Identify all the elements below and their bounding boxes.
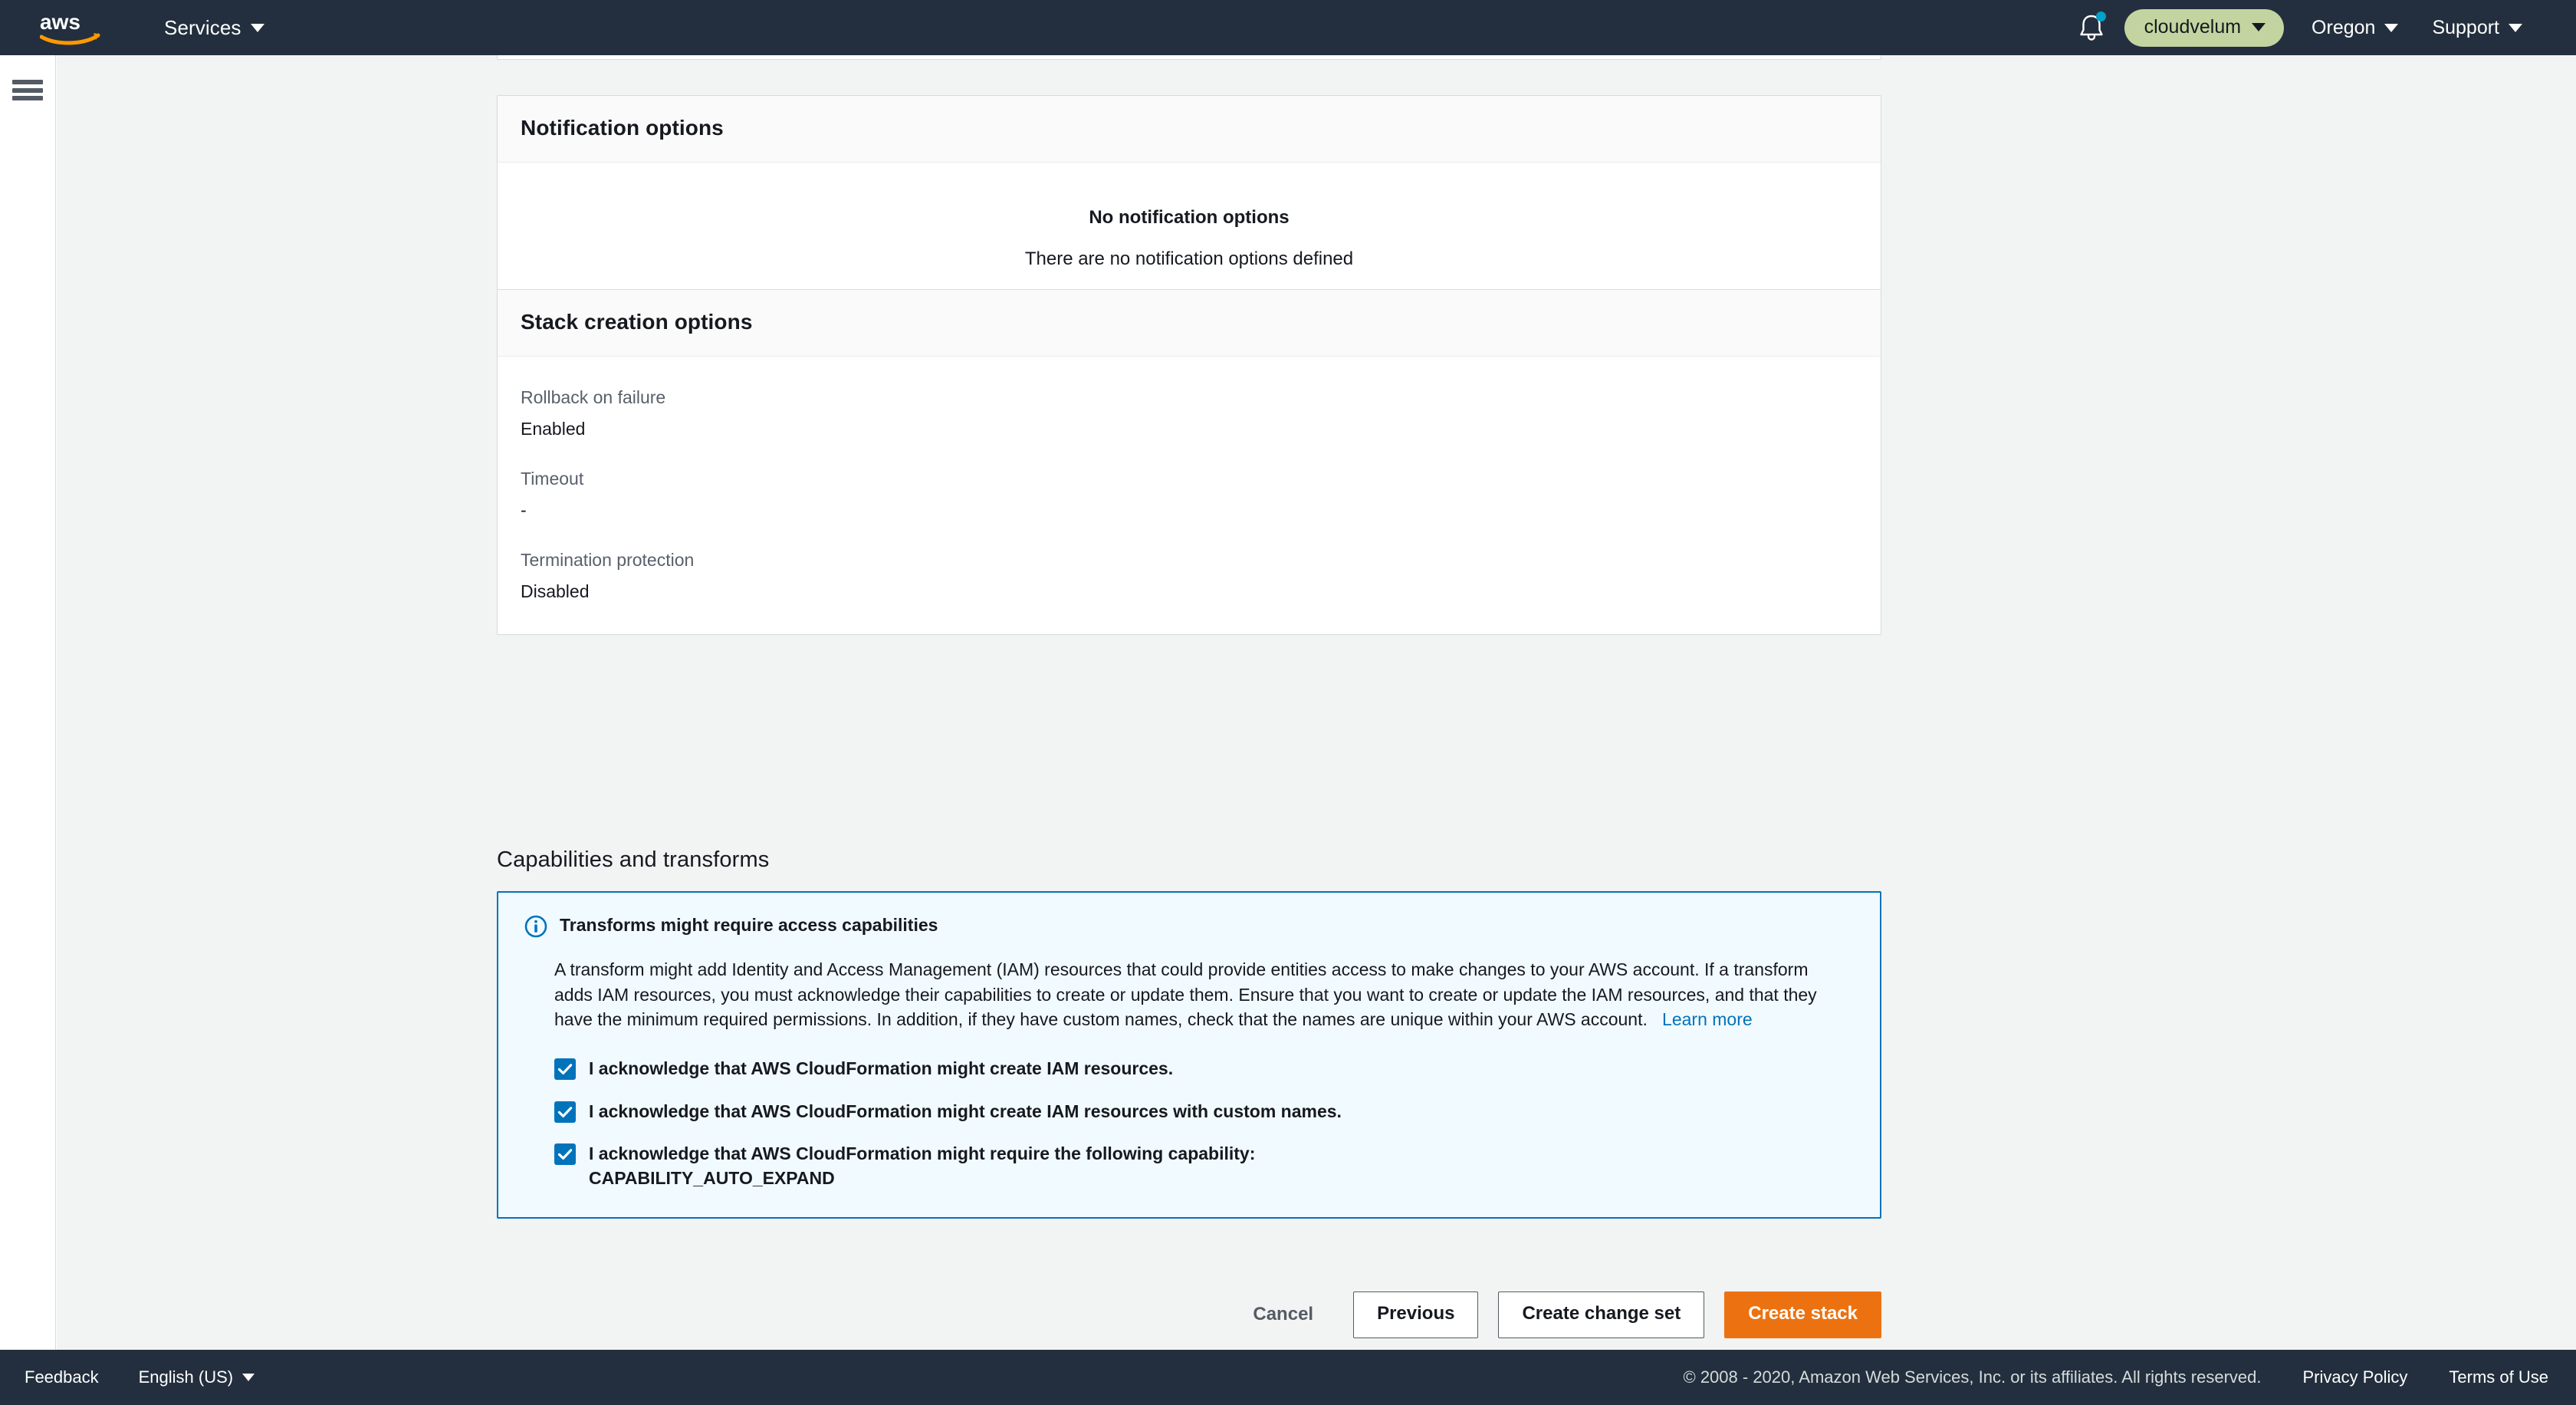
- check-icon: [557, 1064, 573, 1074]
- detail-value: Enabled: [521, 419, 586, 439]
- privacy-policy-link[interactable]: Privacy Policy: [2302, 1367, 2407, 1387]
- previous-button[interactable]: Previous: [1353, 1291, 1479, 1338]
- page-footer: Feedback English (US) © 2008 - 2020, Ama…: [0, 1350, 2576, 1405]
- hamburger-bar: [12, 80, 43, 84]
- check-icon: [557, 1106, 573, 1117]
- detail-row: Termination protection Disabled: [521, 550, 1858, 602]
- chevron-down-icon: [2509, 23, 2522, 32]
- chevron-down-icon: [250, 23, 264, 32]
- learn-more-link[interactable]: Learn more: [1662, 1009, 1753, 1029]
- empty-state-title: No notification options: [1089, 207, 1290, 228]
- detail-row: Timeout -: [521, 469, 1858, 521]
- services-menu[interactable]: Services: [164, 16, 264, 40]
- auto-expand-capability-checkbox[interactable]: [554, 1143, 576, 1166]
- region-menu[interactable]: Oregon: [2295, 11, 2415, 45]
- nav-right-group: cloudvelum Oregon Support: [2071, 0, 2576, 55]
- copyright-text: © 2008 - 2020, Amazon Web Services, Inc.…: [1683, 1367, 2262, 1387]
- acknowledgement-label[interactable]: I acknowledge that AWS CloudFormation mi…: [589, 1142, 1386, 1190]
- svg-text:aws: aws: [40, 10, 80, 34]
- empty-state-subtitle: There are no notification options define…: [1024, 248, 1354, 269]
- top-navigation-bar: aws Services cloudvelum Oregon Support: [0, 0, 2576, 55]
- detail-row: Rollback on failure Enabled: [521, 387, 1858, 439]
- notification-options-header: Notification options: [498, 96, 1881, 163]
- hamburger-bar: [12, 87, 43, 93]
- language-label: English (US): [138, 1367, 234, 1387]
- acknowledgement-item[interactable]: I acknowledge that AWS CloudFormation mi…: [554, 1057, 1854, 1081]
- create-stack-button[interactable]: Create stack: [1724, 1291, 1881, 1338]
- detail-label: Timeout: [521, 469, 584, 489]
- support-menu[interactable]: Support: [2415, 11, 2539, 45]
- iam-resources-checkbox[interactable]: [554, 1058, 576, 1080]
- hamburger-bar: [12, 96, 43, 100]
- cancel-button[interactable]: Cancel: [1233, 1293, 1333, 1336]
- stack-creation-options-card: Stack creation options Rollback on failu…: [497, 289, 1881, 635]
- alert-body-text: A transform might add Identity and Acces…: [554, 957, 1850, 1032]
- footer-left-group: Feedback English (US): [25, 1367, 255, 1387]
- feedback-link[interactable]: Feedback: [25, 1367, 99, 1387]
- services-label: Services: [164, 15, 242, 39]
- feedback-label: Feedback: [25, 1367, 99, 1387]
- acknowledgement-item[interactable]: I acknowledge that AWS CloudFormation mi…: [554, 1100, 1854, 1124]
- detail-label: Rollback on failure: [521, 387, 666, 407]
- stack-creation-options-body: Rollback on failure Enabled Timeout - Te…: [498, 357, 1881, 634]
- notifications-bell-button[interactable]: [2071, 7, 2112, 48]
- capabilities-info-alert: Transforms might require access capabili…: [497, 891, 1881, 1219]
- info-circle-icon: [524, 915, 547, 942]
- acknowledgement-label[interactable]: I acknowledge that AWS CloudFormation mi…: [589, 1100, 1342, 1124]
- language-selector[interactable]: English (US): [139, 1367, 255, 1387]
- stack-creation-options-header: Stack creation options: [498, 290, 1881, 357]
- aws-logo-icon[interactable]: aws: [39, 9, 103, 46]
- alert-body-paragraph: A transform might add Identity and Acces…: [554, 959, 1817, 1030]
- capabilities-section-heading: Capabilities and transforms: [497, 847, 770, 872]
- notification-options-card: Notification options No notification opt…: [497, 95, 1881, 321]
- stack-creation-options-title: Stack creation options: [521, 310, 753, 334]
- detail-value: -: [521, 500, 527, 520]
- chevron-down-icon: [2252, 22, 2266, 31]
- account-menu[interactable]: cloudvelum: [2124, 8, 2285, 47]
- notification-options-title: Notification options: [521, 116, 724, 140]
- support-label: Support: [2432, 16, 2499, 38]
- terms-of-use-label: Terms of Use: [2449, 1367, 2548, 1387]
- nav-left-group: aws Services: [0, 0, 264, 55]
- alert-header: Transforms might require access capabili…: [524, 914, 1854, 942]
- chevron-down-icon: [242, 1374, 255, 1381]
- terms-of-use-link[interactable]: Terms of Use: [2449, 1367, 2548, 1387]
- hamburger-menu-icon[interactable]: [12, 80, 43, 100]
- left-navigation-rail: [0, 55, 56, 1350]
- alert-title: Transforms might require access capabili…: [560, 915, 938, 935]
- detail-value: Disabled: [521, 581, 590, 601]
- check-icon: [557, 1149, 573, 1160]
- detail-label: Termination protection: [521, 550, 695, 570]
- iam-custom-names-checkbox[interactable]: [554, 1101, 576, 1123]
- create-change-set-button[interactable]: Create change set: [1498, 1291, 1705, 1338]
- acknowledgement-item[interactable]: I acknowledge that AWS CloudFormation mi…: [554, 1142, 1854, 1190]
- main-content-area: Notification options No notification opt…: [57, 55, 2576, 1350]
- privacy-policy-label: Privacy Policy: [2302, 1367, 2408, 1387]
- previous-card-partial: [497, 55, 1881, 60]
- wizard-action-bar: Cancel Previous Create change set Create…: [497, 1291, 1881, 1338]
- chevron-down-icon: [2384, 23, 2399, 32]
- footer-right-group: © 2008 - 2020, Amazon Web Services, Inc.…: [1684, 1367, 2576, 1387]
- acknowledgement-list: I acknowledge that AWS CloudFormation mi…: [554, 1057, 1854, 1191]
- acknowledgement-label[interactable]: I acknowledge that AWS CloudFormation mi…: [589, 1057, 1173, 1081]
- notification-badge-dot: [2095, 12, 2106, 21]
- region-label: Oregon: [2312, 16, 2376, 38]
- account-label: cloudvelum: [2144, 15, 2242, 38]
